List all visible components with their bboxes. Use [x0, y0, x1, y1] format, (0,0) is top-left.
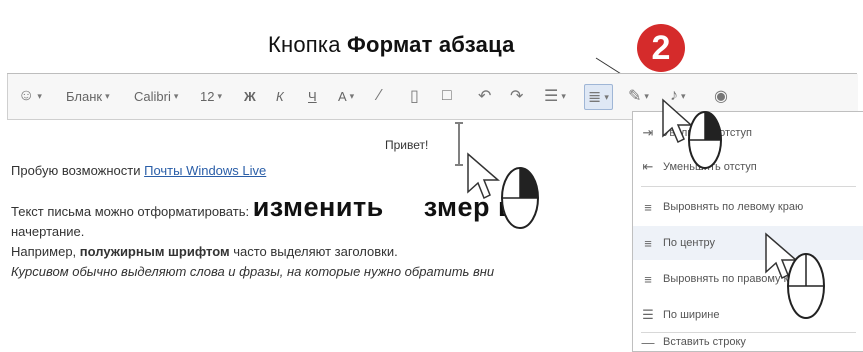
greeting-line: Привет! — [385, 138, 429, 152]
menu-item-label: Выровнять по правому краю — [663, 273, 809, 285]
step-badge: 2 — [637, 24, 685, 72]
line1-text: Пробую возможности — [11, 163, 145, 178]
stationery-label: Бланк — [66, 88, 103, 104]
align-center-icon: ≡ — [644, 235, 652, 251]
align-right-icon: ≡ — [644, 271, 652, 287]
underline-button[interactable]: Ч — [308, 84, 317, 108]
undo-button[interactable]: ↶ — [478, 84, 491, 108]
body-line-2: Текст письма можно отформатировать: изме… — [11, 192, 521, 223]
menu-item-label: Вставить строку — [663, 336, 746, 348]
list-icon: ☰ — [544, 88, 559, 105]
menu-item-align-right[interactable]: ≡ Выровнять по правому краю — [633, 262, 863, 296]
menu-item-label: По ширине — [663, 309, 720, 321]
menu-item-label: Увеличить отступ — [663, 127, 753, 139]
line4-bold: полужирным шрифтом — [79, 244, 230, 259]
highlight-button[interactable]: ⁄ — [378, 84, 381, 108]
stationery-dropdown[interactable]: Бланк ▾ — [66, 84, 110, 108]
justify-icon: ☰ — [642, 307, 654, 322]
line4-prefix: Например, — [11, 244, 80, 259]
chevron-down-icon: ▾ — [561, 90, 566, 101]
globe-icon: ◉ — [714, 88, 728, 105]
body-line-4: Например, полужирным шрифтом часто выдел… — [11, 244, 398, 259]
font-color-label: А — [338, 88, 347, 104]
sound-icon: ♪ — [670, 87, 678, 104]
font-size-dropdown[interactable]: 12 ▾ — [200, 84, 222, 108]
chevron-down-icon: ▾ — [644, 90, 649, 101]
text-cursor-icon — [455, 122, 463, 166]
increase-indent-icon: ⇥ — [642, 125, 654, 140]
menu-item-label: Выровнять по левому краю — [663, 201, 804, 213]
menu-separator — [641, 332, 856, 333]
list-button[interactable]: ☰ ▾ — [544, 84, 566, 108]
bold-button[interactable]: Ж — [244, 84, 256, 108]
callout-bold: Формат абзаца — [346, 32, 515, 57]
pen-icon: ✎ — [628, 88, 642, 105]
decrease-indent-icon: ⇤ — [642, 159, 654, 174]
undo-icon: ↶ — [478, 88, 492, 105]
redo-button[interactable]: ↷ — [510, 84, 523, 108]
menu-separator — [641, 186, 856, 187]
chevron-down-icon: ▾ — [217, 90, 222, 101]
font-family-label: Calibri — [134, 88, 171, 104]
chevron-down-icon: ▾ — [105, 90, 110, 101]
line2-text: Текст письма можно отформатировать: — [11, 204, 253, 219]
windows-live-link[interactable]: Почты Windows Live — [144, 163, 266, 178]
body-line-1: Пробую возможности Почты Windows Live — [11, 163, 266, 178]
menu-item-insert-line[interactable]: — Вставить строку — [633, 334, 863, 350]
body-line-3: начертание. — [11, 224, 85, 239]
paste-button[interactable]: ▯ — [410, 84, 419, 108]
highlighter-icon: ⁄ — [378, 87, 381, 104]
menu-item-label: Уменьшить отступ — [663, 161, 757, 173]
bold-label: Ж — [244, 88, 256, 104]
menu-item-decrease-indent[interactable]: ⇤ Уменьшить отступ — [633, 150, 863, 184]
redo-icon: ↷ — [510, 88, 524, 105]
font-family-dropdown[interactable]: Calibri ▾ — [134, 84, 178, 108]
line4-suffix: часто выделяют заголовки. — [229, 244, 398, 259]
smiley-icon: ☺ — [18, 87, 35, 104]
line2-big-tail: змер ш — [423, 192, 522, 222]
align-left-icon: ≡ — [644, 199, 652, 215]
body-line-5: Курсивом обычно выделяют слова и фразы, … — [11, 264, 495, 279]
paragraph-format-menu: ⇥ Увеличить отступ ⇤ Уменьшить отступ ≡ … — [632, 111, 863, 352]
clipboard-icon: ▯ — [410, 88, 419, 105]
line2-big-text: изменить — [252, 192, 384, 222]
chevron-down-icon: ▾ — [349, 90, 355, 101]
chevron-down-icon: ▾ — [173, 90, 179, 101]
callout-prefix: Кнопка — [268, 32, 347, 57]
square-icon: □ — [442, 87, 452, 104]
menu-item-align-center[interactable]: ≡ По центру — [633, 226, 863, 260]
emoticon-button[interactable]: ☺ ▾ — [18, 84, 42, 108]
menu-item-justify[interactable]: ☰ По ширине — [633, 298, 863, 332]
menu-item-label: По центру — [663, 237, 715, 249]
spellcheck-button[interactable]: ◉ — [714, 84, 728, 108]
frame-button[interactable]: □ — [442, 84, 452, 108]
italic-button[interactable]: К — [276, 84, 284, 108]
callout-caption: Кнопка Формат абзаца — [268, 32, 515, 58]
insert-media-button[interactable]: ♪ ▾ — [670, 84, 686, 108]
paragraph-format-icon: ≣ — [588, 89, 602, 106]
chevron-down-icon: ▾ — [681, 90, 686, 101]
font-color-button[interactable]: А ▾ — [338, 84, 354, 108]
paragraph-format-button[interactable]: ≣ ▾ — [584, 84, 613, 110]
chevron-down-icon: ▾ — [604, 91, 609, 102]
italic-label: К — [276, 88, 284, 104]
link-button[interactable]: ✎ ▾ — [628, 84, 649, 108]
underline-label: Ч — [308, 88, 317, 104]
menu-item-increase-indent[interactable]: ⇥ Увеличить отступ — [633, 116, 863, 150]
font-size-label: 12 — [200, 88, 215, 104]
menu-item-align-left[interactable]: ≡ Выровнять по левому краю — [633, 190, 863, 224]
insert-line-icon: — — [641, 334, 655, 350]
emoticon-caret: ▾ — [37, 90, 42, 101]
